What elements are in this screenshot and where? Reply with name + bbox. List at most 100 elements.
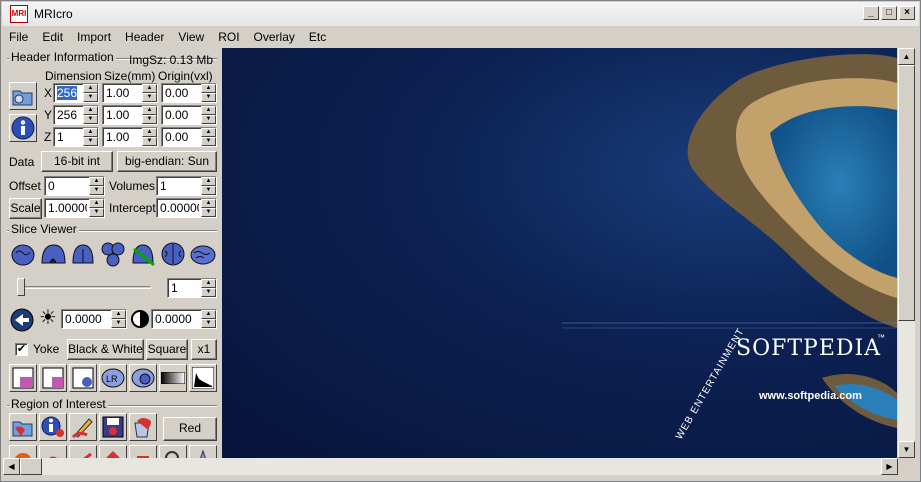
- roi-tool-button[interactable]: [129, 445, 157, 458]
- origin-x-spin[interactable]: 0.00 ▲ ▼: [161, 83, 217, 103]
- spin-down-icon[interactable]: ▼: [201, 319, 216, 328]
- scroll-up-icon[interactable]: ▲: [898, 48, 915, 65]
- reset-contrast-button[interactable]: [9, 306, 35, 334]
- origin-y-spin[interactable]: 0.00 ▲ ▼: [161, 105, 217, 125]
- roi-tool-button[interactable]: [189, 445, 217, 458]
- slice-slider-track[interactable]: [17, 286, 151, 289]
- spin-up-icon[interactable]: ▲: [201, 84, 216, 93]
- view-multi-button[interactable]: [99, 240, 127, 268]
- contrast-spin[interactable]: 0.0000 ▲ ▼: [151, 309, 217, 329]
- dimension-z-spin[interactable]: 1 ▲ ▼: [53, 127, 99, 147]
- scroll-left-icon[interactable]: ◀: [3, 458, 20, 475]
- spin-down-icon[interactable]: ▼: [142, 137, 157, 146]
- spin-up-icon[interactable]: ▲: [142, 106, 157, 115]
- scroll-down-icon[interactable]: ▼: [898, 441, 915, 458]
- spin-down-icon[interactable]: ▼: [201, 208, 216, 217]
- roi-tool-button[interactable]: [9, 445, 37, 458]
- spin-up-icon[interactable]: ▲: [111, 310, 126, 319]
- spin-up-icon[interactable]: ▲: [142, 128, 157, 137]
- spin-down-icon[interactable]: ▼: [89, 208, 104, 217]
- scale-button[interactable]: Scale: [9, 198, 42, 219]
- size-y-spin[interactable]: 1.00 ▲ ▼: [102, 105, 158, 125]
- spin-down-icon[interactable]: ▼: [89, 186, 104, 195]
- spin-down-icon[interactable]: ▼: [83, 115, 98, 124]
- vertical-scrollbar[interactable]: ▲ ▼: [898, 48, 915, 458]
- spin-up-icon[interactable]: ▲: [142, 84, 157, 93]
- roi-save-button[interactable]: [99, 413, 127, 441]
- roi-tool-button[interactable]: [99, 445, 127, 458]
- overlay-tile-button[interactable]: [39, 364, 67, 392]
- roi-tool-button[interactable]: [39, 445, 67, 458]
- spin-up-icon[interactable]: ▲: [201, 177, 216, 186]
- spin-down-icon[interactable]: ▼: [201, 137, 216, 146]
- dimension-x-spin[interactable]: 256 ▲ ▼: [53, 83, 99, 103]
- roi-color-button[interactable]: Red: [163, 417, 217, 441]
- horizontal-scroll-thumb[interactable]: [20, 458, 42, 475]
- volumes-spin[interactable]: 1 ▲ ▼: [156, 176, 217, 196]
- roi-pen-button[interactable]: [69, 413, 97, 441]
- brightness-spin[interactable]: 0.0000 ▲ ▼: [61, 309, 127, 329]
- spin-up-icon[interactable]: ▲: [89, 199, 104, 208]
- info-button[interactable]: [9, 114, 37, 142]
- spin-down-icon[interactable]: ▼: [111, 319, 126, 328]
- scroll-right-icon[interactable]: ▶: [881, 458, 898, 475]
- view-top-button[interactable]: [159, 240, 187, 268]
- black-white-button[interactable]: Black & White: [67, 339, 144, 360]
- spin-up-icon[interactable]: ▲: [201, 279, 216, 288]
- spin-down-icon[interactable]: ▼: [201, 115, 216, 124]
- menu-import[interactable]: Import: [70, 30, 118, 44]
- size-z-spin[interactable]: 1.00 ▲ ▼: [102, 127, 158, 147]
- roi-info-button[interactable]: [39, 413, 67, 441]
- spin-down-icon[interactable]: ▼: [201, 93, 216, 102]
- spin-down-icon[interactable]: ▼: [83, 137, 98, 146]
- roi-tool-button[interactable]: [159, 445, 187, 458]
- view-axial-button[interactable]: [69, 240, 97, 268]
- render-label-button[interactable]: LR: [99, 364, 127, 392]
- spin-down-icon[interactable]: ▼: [83, 93, 98, 102]
- view-coronal-button[interactable]: [39, 240, 67, 268]
- spin-up-icon[interactable]: ▲: [201, 106, 216, 115]
- maximize-button[interactable]: □: [881, 6, 897, 20]
- view-oblique-button[interactable]: [129, 240, 157, 268]
- image-viewer[interactable]: SOFTPEDIA ™ www.softpedia.com WEB ENTERT…: [222, 48, 897, 458]
- dimension-y-spin[interactable]: 256 ▲ ▼: [53, 105, 99, 125]
- view-render-button[interactable]: [189, 240, 217, 268]
- slice-spin[interactable]: 1 ▲ ▼: [167, 278, 217, 298]
- histogram-button[interactable]: [189, 364, 217, 392]
- menu-roi[interactable]: ROI: [211, 30, 246, 44]
- slice-slider-thumb[interactable]: [17, 278, 25, 296]
- spin-down-icon[interactable]: ▼: [201, 186, 216, 195]
- endian-button[interactable]: big-endian: Sun: [117, 151, 217, 172]
- open-folder-button[interactable]: [9, 82, 37, 110]
- data-type-button[interactable]: 16-bit int: [41, 151, 113, 172]
- menu-edit[interactable]: Edit: [35, 30, 70, 44]
- menu-etc[interactable]: Etc: [302, 30, 333, 44]
- offset-spin[interactable]: 0 ▲ ▼: [44, 176, 105, 196]
- zoom-button[interactable]: x1: [191, 339, 217, 360]
- spin-up-icon[interactable]: ▲: [201, 199, 216, 208]
- spin-down-icon[interactable]: ▼: [201, 288, 216, 297]
- intercept-spin[interactable]: 0.000000 ▲▼: [156, 198, 217, 218]
- size-x-spin[interactable]: 1.00 ▲ ▼: [102, 83, 158, 103]
- title-bar[interactable]: MRI MRIcro _ □ ×: [2, 2, 919, 26]
- square-button[interactable]: Square: [146, 339, 188, 360]
- view-sagittal-button[interactable]: [9, 240, 37, 268]
- render-stack-button[interactable]: [129, 364, 157, 392]
- horizontal-scrollbar[interactable]: ◀ ▶: [3, 458, 898, 475]
- roi-tool-button[interactable]: [69, 445, 97, 458]
- spin-up-icon[interactable]: ▲: [201, 128, 216, 137]
- menu-header[interactable]: Header: [118, 30, 171, 44]
- scale-spin[interactable]: 1.000000 ▲▼: [44, 198, 105, 218]
- spin-down-icon[interactable]: ▼: [142, 115, 157, 124]
- origin-z-spin[interactable]: 0.00 ▲ ▼: [161, 127, 217, 147]
- close-button[interactable]: ×: [899, 6, 915, 20]
- spin-up-icon[interactable]: ▲: [89, 177, 104, 186]
- roi-open-button[interactable]: [9, 413, 37, 441]
- menu-view[interactable]: View: [171, 30, 211, 44]
- size-grip[interactable]: [898, 458, 915, 475]
- spin-down-icon[interactable]: ▼: [142, 93, 157, 102]
- overlay-dot-button[interactable]: [69, 364, 97, 392]
- spin-up-icon[interactable]: ▲: [83, 106, 98, 115]
- spin-up-icon[interactable]: ▲: [83, 128, 98, 137]
- spin-up-icon[interactable]: ▲: [83, 84, 98, 93]
